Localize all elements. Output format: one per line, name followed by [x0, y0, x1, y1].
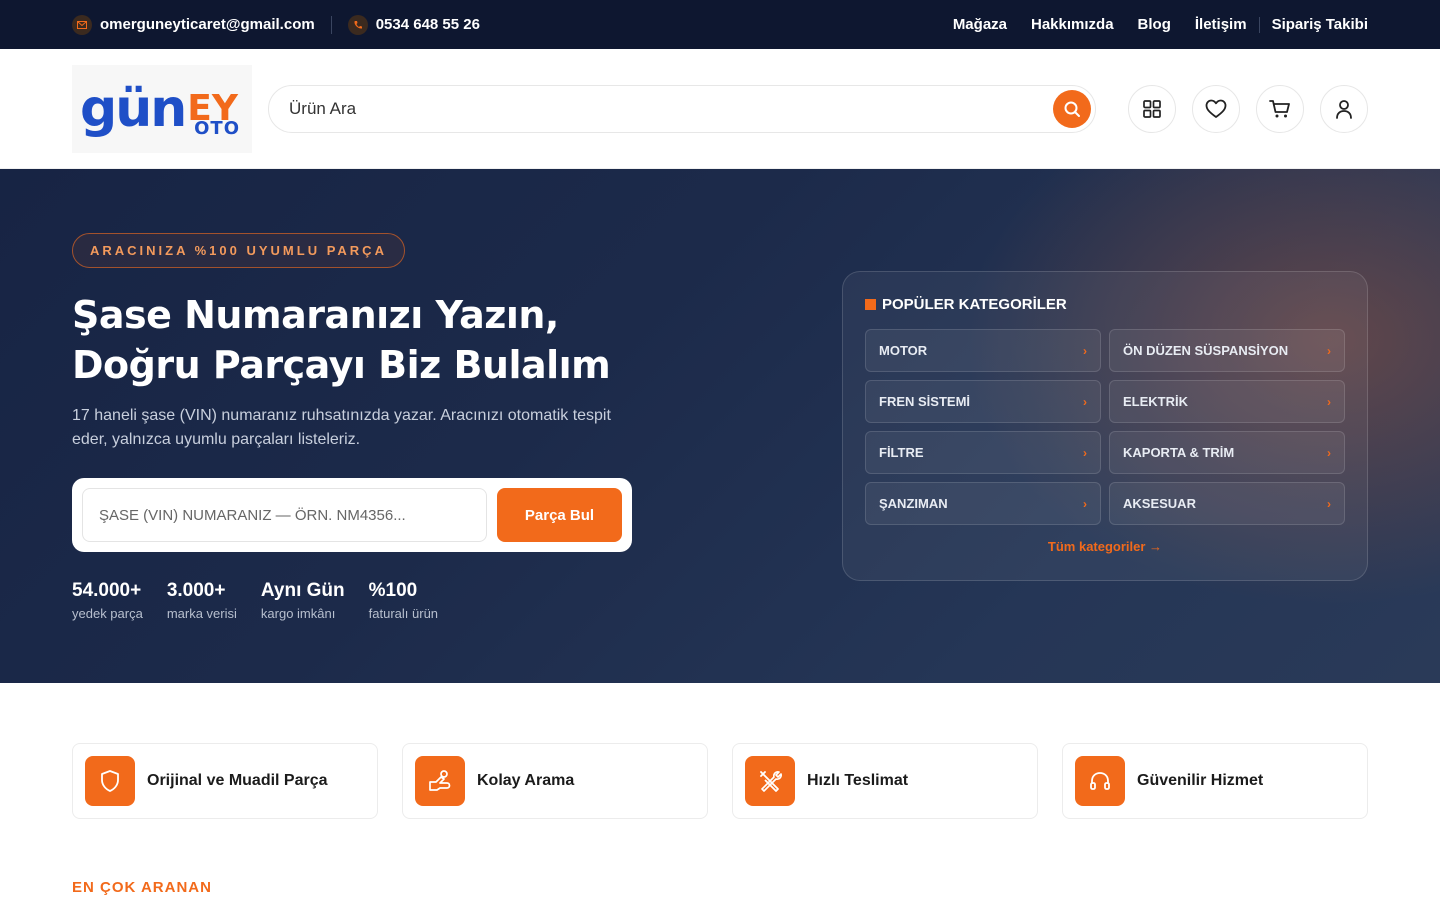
- phone-contact[interactable]: 0534 648 55 26: [347, 14, 480, 35]
- stat-value: 54.000+: [72, 580, 142, 601]
- tools-icon: [745, 756, 795, 806]
- shield-icon: [85, 756, 135, 806]
- stat-value: 3.000+: [166, 580, 226, 601]
- phone-text: 0534 648 55 26: [375, 16, 480, 33]
- site-logo[interactable]: gün EY OTO: [72, 64, 252, 153]
- heart-icon: [1205, 99, 1227, 118]
- find-part-button[interactable]: Parça Bul: [497, 488, 622, 542]
- category-filtre[interactable]: FİLTRE ›: [865, 431, 1101, 474]
- email-contact[interactable]: omerguneyticaret@gmail.com: [72, 14, 315, 35]
- category-label: ŞANZIMAN: [879, 496, 948, 511]
- chevron-right-icon: ›: [1327, 394, 1331, 409]
- cart-icon: [1269, 99, 1290, 117]
- chevron-right-icon: ›: [1327, 496, 1331, 511]
- logo-text-sub: OTO: [194, 117, 240, 139]
- stat-label: kargo imkânı: [260, 606, 336, 621]
- feature-card: Kolay Arama: [402, 743, 708, 819]
- top-nav: Mağaza Hakkımızda Blog İletişim Sipariş …: [929, 16, 1368, 33]
- stat-item: 54.000+ yedek parça: [72, 580, 143, 621]
- grid-icon: [1143, 99, 1161, 118]
- square-bullet-icon: [865, 299, 876, 310]
- popular-categories-panel: POPÜLER KATEGORİLER MOTOR › ÖN DÜZEN SÜSP…: [842, 271, 1368, 581]
- category-kaporta-trim[interactable]: KAPORTA & TRİM ›: [1109, 431, 1345, 474]
- header-actions: [1112, 84, 1368, 133]
- categories-grid: MOTOR › ÖN DÜZEN SÜSPANSİYON › FREN SİSTEM…: [865, 329, 1345, 525]
- hero-title-line-2: Doğru Parçayı Biz Bulalım: [72, 343, 611, 387]
- stat-label: marka verisi: [166, 606, 237, 621]
- nav-iletisim[interactable]: İletişim: [1195, 16, 1247, 33]
- cart-button[interactable]: [1256, 84, 1304, 133]
- chevron-right-icon: ›: [1083, 445, 1087, 460]
- category-label: AKSESUAR: [1123, 496, 1196, 511]
- stat-item: 3.000+ marka verisi: [167, 580, 237, 621]
- search-bar: [268, 84, 1096, 133]
- nav-hakkimizda[interactable]: Hakkımızda: [1031, 16, 1114, 33]
- feature-card: Orijinal ve Muadil Parça: [72, 743, 378, 819]
- stat-item: Aynı Gün kargo imkânı: [261, 580, 345, 621]
- nav-blog[interactable]: Blog: [1138, 16, 1171, 33]
- main-header: gün EY OTO: [0, 49, 1440, 169]
- category-motor[interactable]: MOTOR ›: [865, 329, 1101, 372]
- feature-label: Güvenilir Hizmet: [1137, 772, 1264, 789]
- hand-search-icon: [415, 756, 465, 806]
- category-aksesuar[interactable]: AKSESUAR ›: [1109, 482, 1345, 525]
- feature-card: Güvenilir Hizmet: [1062, 743, 1368, 819]
- logo-text-main: gün: [80, 78, 187, 139]
- stat-value: Aynı Gün: [260, 580, 345, 601]
- email-text: omerguneyticaret@gmail.com: [100, 16, 315, 33]
- user-icon: [1336, 99, 1352, 119]
- hero-title-line-1: Şase Numaranızı Yazın,: [72, 293, 559, 337]
- categories-heading: POPÜLER KATEGORİLER: [865, 296, 1345, 313]
- search-icon: [1064, 101, 1080, 117]
- account-button[interactable]: [1320, 84, 1368, 133]
- category-fren-sistemi[interactable]: FREN SİSTEMİ ›: [865, 380, 1101, 423]
- chevron-right-icon: ›: [1083, 496, 1087, 511]
- category-sanziman[interactable]: ŞANZIMAN ›: [865, 482, 1101, 525]
- most-searched-heading: EN ÇOK ARANAN: [72, 879, 212, 896]
- categories-button[interactable]: [1128, 84, 1176, 133]
- stat-label: faturalı ürün: [368, 606, 439, 621]
- contact-info: omerguneyticaret@gmail.com 0534 648 55 2…: [72, 14, 480, 35]
- categories-title: POPÜLER KATEGORİLER: [882, 296, 1067, 313]
- chevron-right-icon: ›: [1083, 394, 1087, 409]
- category-elektrik[interactable]: ELEKTRİK ›: [1109, 380, 1345, 423]
- nav-siparis-takibi[interactable]: Sipariş Takibi: [1272, 16, 1368, 33]
- headset-icon: [1075, 756, 1125, 806]
- nav-divider: [1258, 16, 1260, 33]
- hero-stats: 54.000+ yedek parça 3.000+ marka verisi …: [72, 580, 1368, 621]
- feature-label: Orijinal ve Muadil Parça: [147, 772, 328, 789]
- features-row: Orijinal ve Muadil Parça Kolay Arama Hız…: [0, 683, 1440, 819]
- category-on-duzen-suspansiyon[interactable]: ÖN DÜZEN SÜSPANSİYON ›: [1109, 329, 1345, 372]
- all-categories-link[interactable]: Tüm kategoriler →: [865, 539, 1345, 554]
- feature-card: Hızlı Teslimat: [732, 743, 1038, 819]
- phone-icon: [347, 14, 368, 35]
- hero-section: ARACINIZA %100 UYUMLU PARÇA Şase Numaran…: [0, 169, 1440, 683]
- top-bar: omerguneyticaret@gmail.com 0534 648 55 2…: [0, 0, 1440, 49]
- category-label: ÖN DÜZEN SÜSPANSİYON: [1123, 343, 1289, 358]
- search-input[interactable]: [289, 98, 1053, 119]
- stat-label: yedek parça: [72, 606, 143, 621]
- feature-label: Hızlı Teslimat: [807, 772, 909, 789]
- chevron-right-icon: ›: [1327, 445, 1331, 460]
- hero-badge: ARACINIZA %100 UYUMLU PARÇA: [72, 233, 405, 268]
- category-label: MOTOR: [879, 343, 928, 358]
- chevron-right-icon: ›: [1083, 343, 1087, 358]
- chevron-right-icon: ›: [1327, 343, 1331, 358]
- mail-icon: [72, 14, 92, 35]
- vin-search-box: Parça Bul: [72, 478, 632, 552]
- contact-divider: [330, 15, 332, 34]
- feature-label: Kolay Arama: [477, 772, 575, 789]
- stat-value: %100: [368, 580, 418, 601]
- category-label: FİLTRE: [879, 445, 924, 460]
- nav-magaza[interactable]: Mağaza: [953, 16, 1007, 33]
- category-label: KAPORTA & TRİM: [1123, 445, 1235, 460]
- vin-input[interactable]: [82, 488, 487, 542]
- category-label: ELEKTRİK: [1123, 394, 1188, 409]
- hero-description: 17 haneli şase (VIN) numaranız ruhsatını…: [72, 407, 611, 448]
- stat-item: %100 faturalı ürün: [369, 580, 438, 621]
- category-label: FREN SİSTEMİ: [879, 394, 971, 409]
- search-button[interactable]: [1053, 89, 1091, 128]
- wishlist-button[interactable]: [1192, 84, 1240, 133]
